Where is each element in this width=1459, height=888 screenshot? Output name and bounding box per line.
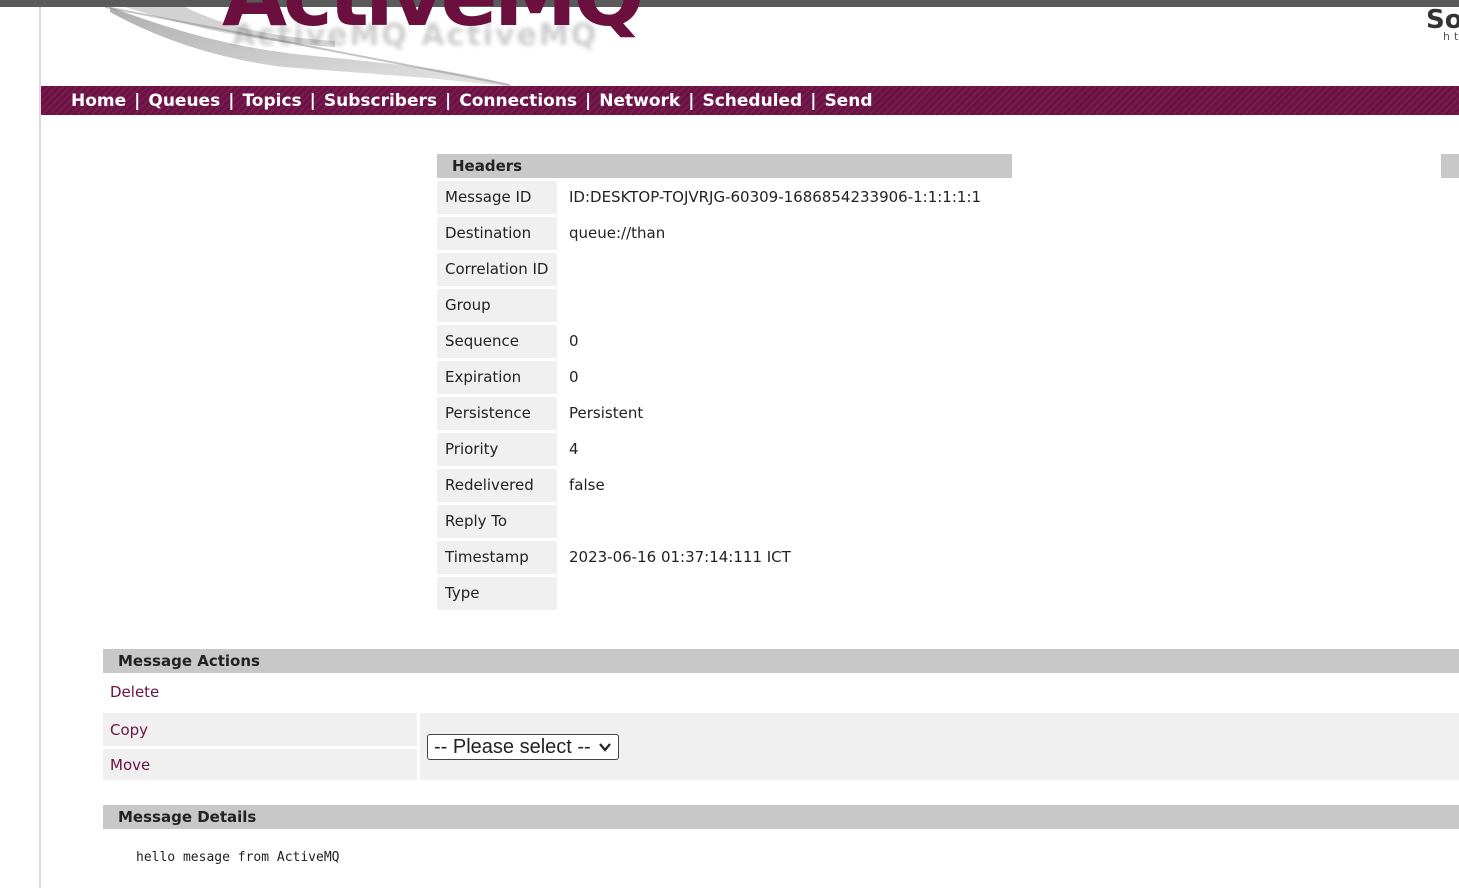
header-row-timestamp: Timestamp 2023-06-16 01:37:14:111 ICT	[437, 538, 1012, 574]
header-row-type: Type	[437, 574, 1012, 610]
header-label: Destination	[437, 217, 557, 250]
header-label: Sequence	[437, 325, 557, 358]
header-label: Type	[437, 577, 557, 610]
header-row-persistence: Persistence Persistent	[437, 394, 1012, 430]
headers-title: Headers	[437, 154, 1012, 178]
message-details-title: Message Details	[103, 805, 1459, 829]
nav-scheduled-link[interactable]: Scheduled	[702, 91, 802, 111]
message-body: hello mesage from ActiveMQ	[136, 850, 340, 865]
header-value: 2023-06-16 01:37:14:111 ICT	[569, 548, 791, 566]
destination-select-value: -- Please select --	[434, 736, 591, 758]
header-row-redelivered: Redelivered false	[437, 466, 1012, 502]
destination-select[interactable]: -- Please select --	[427, 734, 619, 760]
header-label: Redelivered	[437, 469, 557, 502]
copy-cell: Copy	[103, 713, 417, 746]
header-row-message-id: Message ID ID:DESKTOP-TOJVRJG-60309-1686…	[437, 178, 1012, 214]
left-border	[39, 7, 41, 888]
header-label: Message ID	[437, 181, 557, 214]
logo-reflection: ActiveMQ ActiveMQ	[232, 18, 599, 53]
header-value: queue://than	[569, 224, 666, 242]
header-row-correlation-id: Correlation ID	[437, 250, 1012, 286]
message-actions-title: Message Actions	[103, 649, 1459, 673]
properties-header-stub	[1441, 154, 1459, 178]
delete-link[interactable]: Delete	[110, 683, 159, 701]
header-value: 0	[569, 368, 579, 386]
header-value: 0	[569, 332, 579, 350]
nav-queues-link[interactable]: Queues	[148, 91, 220, 111]
nav-separator: |	[688, 91, 695, 111]
nav-separator: |	[134, 91, 141, 111]
header-row-group: Group	[437, 286, 1012, 322]
header-label: Timestamp	[437, 541, 557, 574]
header-label: Persistence	[437, 397, 557, 430]
header-value: false	[569, 476, 605, 494]
nav-separator: |	[309, 91, 316, 111]
move-link[interactable]: Move	[110, 756, 150, 774]
nav-subscribers-link[interactable]: Subscribers	[324, 91, 437, 111]
header-row-reply-to: Reply To	[437, 502, 1012, 538]
header-label: Priority	[437, 433, 557, 466]
left-gutter	[0, 7, 39, 888]
nav-separator: |	[228, 91, 235, 111]
header-value: 4	[569, 440, 579, 458]
destination-select-cell: -- Please select --	[420, 713, 1459, 780]
copy-link[interactable]: Copy	[110, 721, 148, 739]
header-row-priority: Priority 4	[437, 430, 1012, 466]
header-row-sequence: Sequence 0	[437, 322, 1012, 358]
headers-table: Headers Message ID ID:DESKTOP-TOJVRJG-60…	[437, 154, 1012, 610]
browser-top-strip	[0, 0, 1459, 7]
nav-send-link[interactable]: Send	[824, 91, 872, 111]
nav-connections-link[interactable]: Connections	[459, 91, 577, 111]
header-row-destination: Destination queue://than	[437, 214, 1012, 250]
chevron-down-icon	[598, 735, 612, 766]
header-label: Expiration	[437, 361, 557, 394]
header-value: ID:DESKTOP-TOJVRJG-60309-1686854233906-1…	[569, 188, 982, 206]
header-row-expiration: Expiration 0	[437, 358, 1012, 394]
nav-separator: |	[810, 91, 817, 111]
nav-topics-link[interactable]: Topics	[242, 91, 301, 111]
header-label: Reply To	[437, 505, 557, 538]
nav-separator: |	[585, 91, 592, 111]
header-label: Group	[437, 289, 557, 322]
nav-home-link[interactable]: Home	[71, 91, 126, 111]
header-value: Persistent	[569, 404, 644, 422]
nav-network-link[interactable]: Network	[599, 91, 680, 111]
header-label: Correlation ID	[437, 253, 557, 286]
nav-separator: |	[445, 91, 452, 111]
move-cell: Move	[103, 749, 417, 780]
main-nav: Home | Queues | Topics | Subscribers | C…	[41, 86, 1459, 115]
nav-items: Home | Queues | Topics | Subscribers | C…	[71, 91, 872, 111]
corner-subtext: ht	[1443, 30, 1458, 43]
